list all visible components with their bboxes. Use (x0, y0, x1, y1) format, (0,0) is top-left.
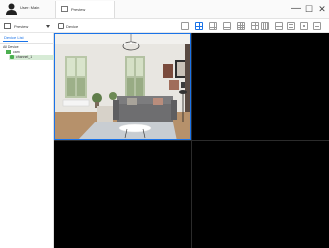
device-button-label[interactable]: Device (66, 24, 78, 29)
layout-custom-button[interactable] (275, 22, 283, 30)
snapshot-button[interactable] (300, 22, 308, 30)
video-cell-2[interactable] (192, 33, 329, 140)
preview-dropdown-label[interactable]: Preview (14, 24, 28, 29)
close-all-button[interactable] (313, 22, 321, 30)
video-cell-3[interactable] (54, 141, 191, 248)
preview-icon (4, 23, 11, 29)
toolbar: Preview Device (0, 19, 329, 33)
chevron-down-icon[interactable] (46, 25, 50, 28)
user-icon[interactable] (6, 3, 17, 15)
layout-16-button[interactable] (261, 22, 269, 30)
video-grid (54, 33, 329, 248)
monitor-icon (61, 6, 68, 12)
app-window: User: Main Preview — ☐ ✕ Preview Device (0, 0, 329, 248)
user-name: User: Main (20, 5, 40, 10)
divider (0, 43, 54, 44)
tree-root[interactable]: All Device (3, 45, 19, 49)
close-button[interactable]: ✕ (316, 3, 328, 15)
device-icon (58, 23, 64, 29)
device-panel: Device List All Device cam channel_1 (0, 33, 54, 248)
layout-8-button[interactable] (223, 22, 231, 30)
tree-channel-label[interactable]: channel_1 (16, 55, 32, 59)
layout-4-button[interactable] (195, 22, 203, 30)
active-tab-indicator (3, 41, 28, 42)
video-cell-1[interactable] (54, 33, 191, 140)
tab-preview-label: Preview (71, 7, 86, 12)
layout-10-button[interactable] (251, 22, 259, 30)
tab-preview[interactable]: Preview (55, 1, 115, 18)
device-online-icon (6, 50, 11, 54)
layout-9-button[interactable] (237, 22, 245, 30)
layout-6-button[interactable] (209, 22, 217, 30)
fullscreen-button[interactable] (287, 22, 295, 30)
minimize-button[interactable]: — (290, 3, 302, 15)
layout-1-button[interactable] (181, 22, 189, 30)
video-cell-4[interactable] (192, 141, 329, 248)
title-bar: User: Main Preview — ☐ ✕ (0, 0, 329, 19)
tab-device-list[interactable]: Device List (4, 35, 24, 40)
maximize-button[interactable]: ☐ (303, 3, 315, 15)
tree-device[interactable]: cam (13, 50, 20, 54)
grid-divider-horizontal (54, 140, 329, 141)
camera-icon (10, 55, 14, 59)
camera-feed-image (55, 34, 190, 139)
